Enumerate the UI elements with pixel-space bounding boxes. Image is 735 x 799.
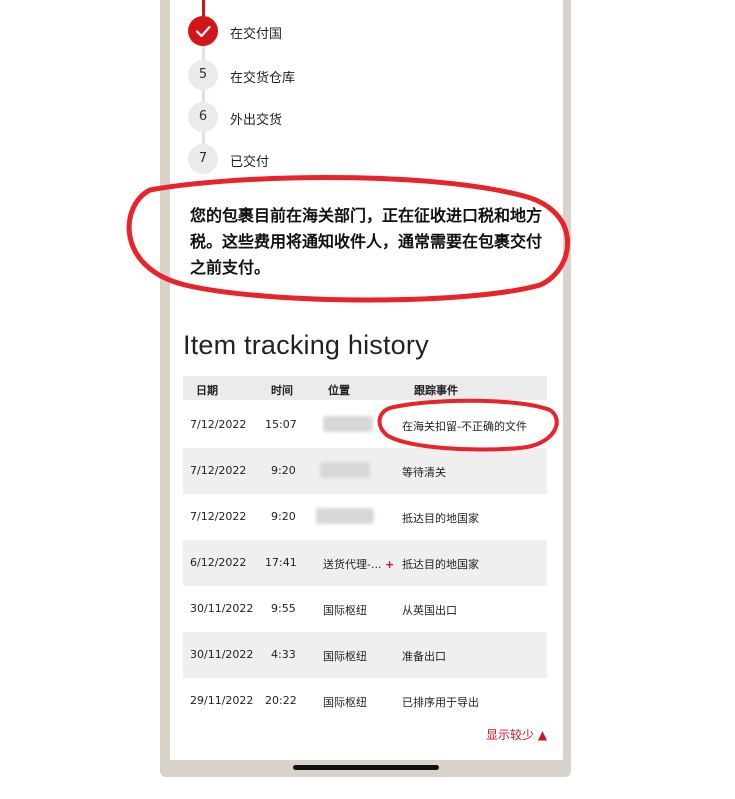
row-location: 送货代理-... +	[323, 558, 395, 571]
row-event: 准备出口	[402, 650, 446, 663]
table-row: 6/12/2022 17:41 送货代理-... + 抵达目的地国家	[183, 540, 547, 586]
table-header: 日期 时间 位置 跟踪事件	[183, 376, 547, 400]
step-number: 6	[188, 102, 218, 132]
column-location: 位置	[328, 384, 350, 397]
column-date: 日期	[196, 384, 218, 397]
row-time: 4:33	[271, 648, 296, 661]
row-time: 9:20	[271, 510, 296, 523]
row-location: 国际枢纽	[323, 604, 367, 617]
table-row: 30/11/2022 4:33 国际枢纽 准备出口	[183, 632, 547, 678]
row-event: 等待清关	[402, 466, 446, 479]
table-row: 7/12/2022 9:20 抵达目的地国家	[183, 494, 547, 540]
row-date: 6/12/2022	[190, 556, 247, 569]
step-label: 在交货仓库	[230, 71, 296, 86]
step-at-depot: 5 在交货仓库	[188, 60, 388, 90]
table-row: 7/12/2022 9:20 等待清关	[183, 448, 547, 494]
home-indicator[interactable]	[293, 765, 439, 770]
row-event: 在海关扣留-不正确的文件	[402, 420, 527, 433]
redacted-location	[320, 462, 370, 478]
row-date: 29/11/2022	[190, 694, 254, 707]
column-time: 时间	[271, 384, 293, 397]
step-number: 7	[188, 144, 218, 174]
table-row: 7/12/2022 15:07 在海关扣留-不正确的文件	[183, 402, 547, 448]
row-date: 7/12/2022	[190, 464, 247, 477]
row-event: 从英国出口	[402, 604, 457, 617]
row-event: 已排序用于导出	[402, 696, 479, 709]
row-time: 9:55	[271, 602, 296, 615]
show-less-link[interactable]: 显示较少 ▲	[486, 726, 547, 743]
step-out-for-delivery: 6 外出交货	[188, 102, 388, 132]
expand-icon[interactable]: +	[385, 558, 394, 571]
row-location: 国际枢纽	[323, 650, 367, 663]
check-icon	[188, 16, 218, 46]
row-date: 30/11/2022	[190, 602, 254, 615]
column-event: 跟踪事件	[414, 384, 458, 397]
progress-line-completed	[202, 0, 205, 16]
history-title: Item tracking history	[183, 330, 429, 360]
table-row: 30/11/2022 9:55 国际枢纽 从英国出口	[183, 586, 547, 632]
redacted-location	[323, 416, 373, 432]
table-row: 29/11/2022 20:22 国际枢纽 已排序用于导出	[183, 678, 547, 724]
row-date: 7/12/2022	[190, 510, 247, 523]
customs-notice: 您的包裹目前在海关部门，正在征收进口税和地方税。这些费用将通知收件人，通常需要在…	[190, 206, 543, 277]
redacted-location	[316, 508, 374, 524]
step-label: 外出交货	[230, 113, 283, 128]
step-delivered: 7 已交付	[188, 144, 388, 174]
row-time: 9:20	[271, 464, 296, 477]
row-time: 17:41	[265, 556, 297, 569]
row-time: 15:07	[265, 418, 297, 431]
row-event: 抵达目的地国家	[402, 512, 479, 525]
step-label: 在交付国	[230, 27, 283, 42]
row-date: 30/11/2022	[190, 648, 254, 661]
row-event: 抵达目的地国家	[402, 558, 479, 571]
step-in-delivery-country: 在交付国	[188, 16, 388, 46]
step-number: 5	[188, 60, 218, 90]
row-date: 7/12/2022	[190, 418, 247, 431]
row-location: 国际枢纽	[323, 696, 367, 709]
row-time: 20:22	[265, 694, 297, 707]
step-label: 已交付	[230, 155, 270, 170]
